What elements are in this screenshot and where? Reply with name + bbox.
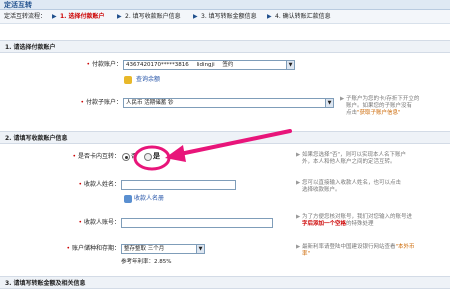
payee-name-hint: ▶ 您可以直接输入收款人姓名，也可以点击 选择收款账户。 [296,180,401,193]
payee-account-label-text: 收款人账号： [83,219,120,226]
rate-link-cont[interactable]: 率" [302,251,310,257]
hint-line: 为了方便您核对账号，我们对您输入的账号进 [301,214,412,220]
chevron-down-icon: ▼ [196,245,204,253]
payee-name-input[interactable] [121,180,236,190]
same-card-hint: ▶ 如果您选择"否"，则可以实现本人名下账户 外，本人和他人账户之间的定活互转。 [296,152,407,165]
annotation-circle [133,145,171,171]
rate-link[interactable]: "本外币 [396,244,415,250]
payee-name-label-text: 收款人姓名： [83,181,120,188]
hint-line: 的特殊处理 [346,221,374,227]
interest-rate: 参考年利率：2.85% [121,259,172,266]
deposit-type-label-text: 账户储种和存期： [71,245,120,252]
rate-value: 2.85% [154,259,172,265]
annotation-arrow-line [178,129,292,156]
deposit-type-value: 整存整取 三个月 [124,246,165,252]
section-header-amount: 3. 请填写转账金额及相关信息 [0,276,450,289]
payee-account-input[interactable] [121,218,273,228]
deposit-type-label: • 账户储种和存期： [66,245,120,252]
hint-line: 选择收款账户。 [302,187,341,193]
hint-warning: 字后添加一个空格 [302,221,347,227]
hint-line: 您可以直接输入收款人姓名，也可以点击 [301,180,401,186]
hint-line: 如果您选择"否"，则可以实现本人名下账户 [301,152,407,158]
hint-line: 最新利率请登陆中国建设银行网站查看 [301,244,396,250]
payee-name-label: • 收款人姓名： [78,181,120,188]
deposit-type-select[interactable]: 整存整取 三个月 ▼ [121,244,205,254]
payee-account-label: • 收款人账号： [78,219,120,226]
section-title: 3. 请填写转账金额及相关信息 [5,280,86,287]
payee-book-link[interactable]: 收款人名册 [134,195,164,203]
hint-line: 外，本人和他人账户之间的定活互转。 [302,159,396,165]
contact-book-icon [124,195,132,203]
deposit-type-hint: ▶ 最新利率请登陆中国建设银行网站查看"本外币 率" [296,244,415,257]
payee-account-hint: ▶ 为了方便您核对账号，我们对您输入的账号进 字后添加一个空格的特殊处理 [296,214,412,227]
rate-label: 参考年利率： [121,259,155,265]
